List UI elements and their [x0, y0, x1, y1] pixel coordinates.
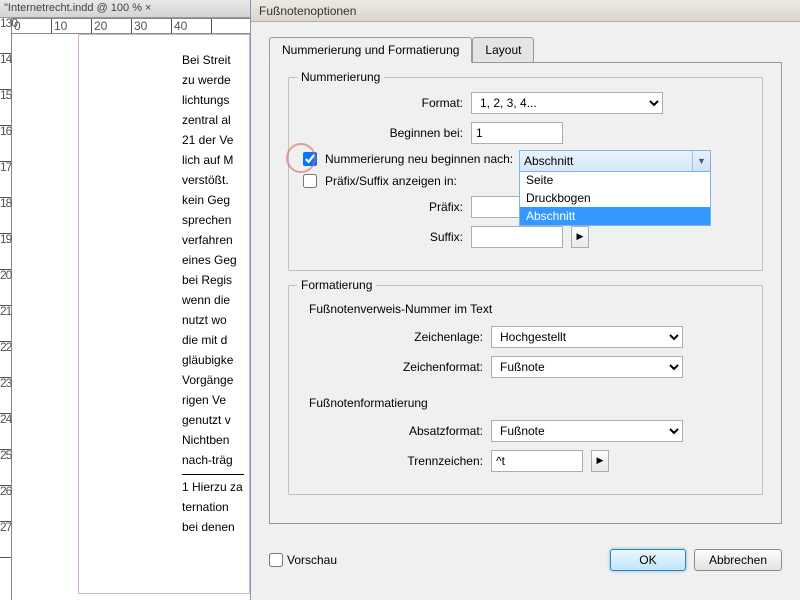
- tab-layout[interactable]: Layout: [472, 37, 534, 63]
- char-position-label: Zeichenlage:: [303, 330, 483, 344]
- char-format-label: Zeichenformat:: [303, 360, 483, 374]
- para-format-label: Absatzformat:: [303, 424, 483, 438]
- restart-option-section[interactable]: Abschnitt: [520, 207, 710, 225]
- ref-number-subtitle: Fußnotenverweis-Nummer im Text: [309, 302, 748, 316]
- restart-dropdown-open[interactable]: Abschnitt ▼ Seite Druckbogen Abschnitt: [519, 150, 711, 226]
- cancel-button[interactable]: Abbrechen: [694, 549, 782, 571]
- start-at-input[interactable]: [471, 122, 563, 144]
- separator-input[interactable]: [491, 450, 583, 472]
- suffix-flyout-button[interactable]: ▶: [571, 226, 589, 248]
- tab-numbering-formatting[interactable]: Nummerierung und Formatierung: [269, 37, 472, 63]
- suffix-label: Suffix:: [303, 230, 463, 244]
- ok-button[interactable]: OK: [610, 549, 686, 571]
- formatting-group: Formatierung Fußnotenverweis-Nummer im T…: [288, 285, 763, 495]
- para-format-select[interactable]: Fußnote: [491, 420, 683, 442]
- show-prefix-checkbox[interactable]: [303, 174, 317, 188]
- horizontal-ruler: 010203040: [12, 18, 250, 34]
- show-prefix-label: Präfix/Suffix anzeigen in:: [325, 174, 457, 188]
- footnote-options-dialog: Fußnotenoptionen Nummerierung und Format…: [250, 0, 800, 600]
- dialog-title: Fußnotenoptionen: [251, 0, 800, 22]
- restart-option-spread[interactable]: Druckbogen: [520, 189, 710, 207]
- format-select[interactable]: 1, 2, 3, 4...: [471, 92, 663, 114]
- restart-label: Nummerierung neu beginnen nach:: [325, 152, 525, 166]
- suffix-input: [471, 226, 563, 248]
- char-position-select[interactable]: Hochgestellt: [491, 326, 683, 348]
- restart-option-page[interactable]: Seite: [520, 171, 710, 189]
- prefix-label: Präfix:: [303, 200, 463, 214]
- preview-label: Vorschau: [287, 553, 337, 567]
- separator-label: Trennzeichen:: [303, 454, 483, 468]
- body-text: Bei Streitzu werdelichtungszentral al21 …: [182, 50, 244, 570]
- preview-checkbox[interactable]: [269, 553, 283, 567]
- restart-checkbox[interactable]: [303, 152, 317, 166]
- document-tab[interactable]: "Internetrecht.indd @ 100 % ×: [0, 0, 250, 18]
- vertical-ruler: 1301401501601701801902002102202302402502…: [0, 18, 12, 600]
- char-format-select[interactable]: Fußnote: [491, 356, 683, 378]
- restart-dropdown-selected[interactable]: Abschnitt ▼: [519, 150, 711, 172]
- format-label: Format:: [303, 96, 463, 110]
- footnote-format-subtitle: Fußnotenformatierung: [309, 396, 748, 410]
- separator-flyout-button[interactable]: ▶: [591, 450, 609, 472]
- start-at-label: Beginnen bei:: [303, 126, 463, 140]
- chevron-down-icon[interactable]: ▼: [692, 151, 710, 171]
